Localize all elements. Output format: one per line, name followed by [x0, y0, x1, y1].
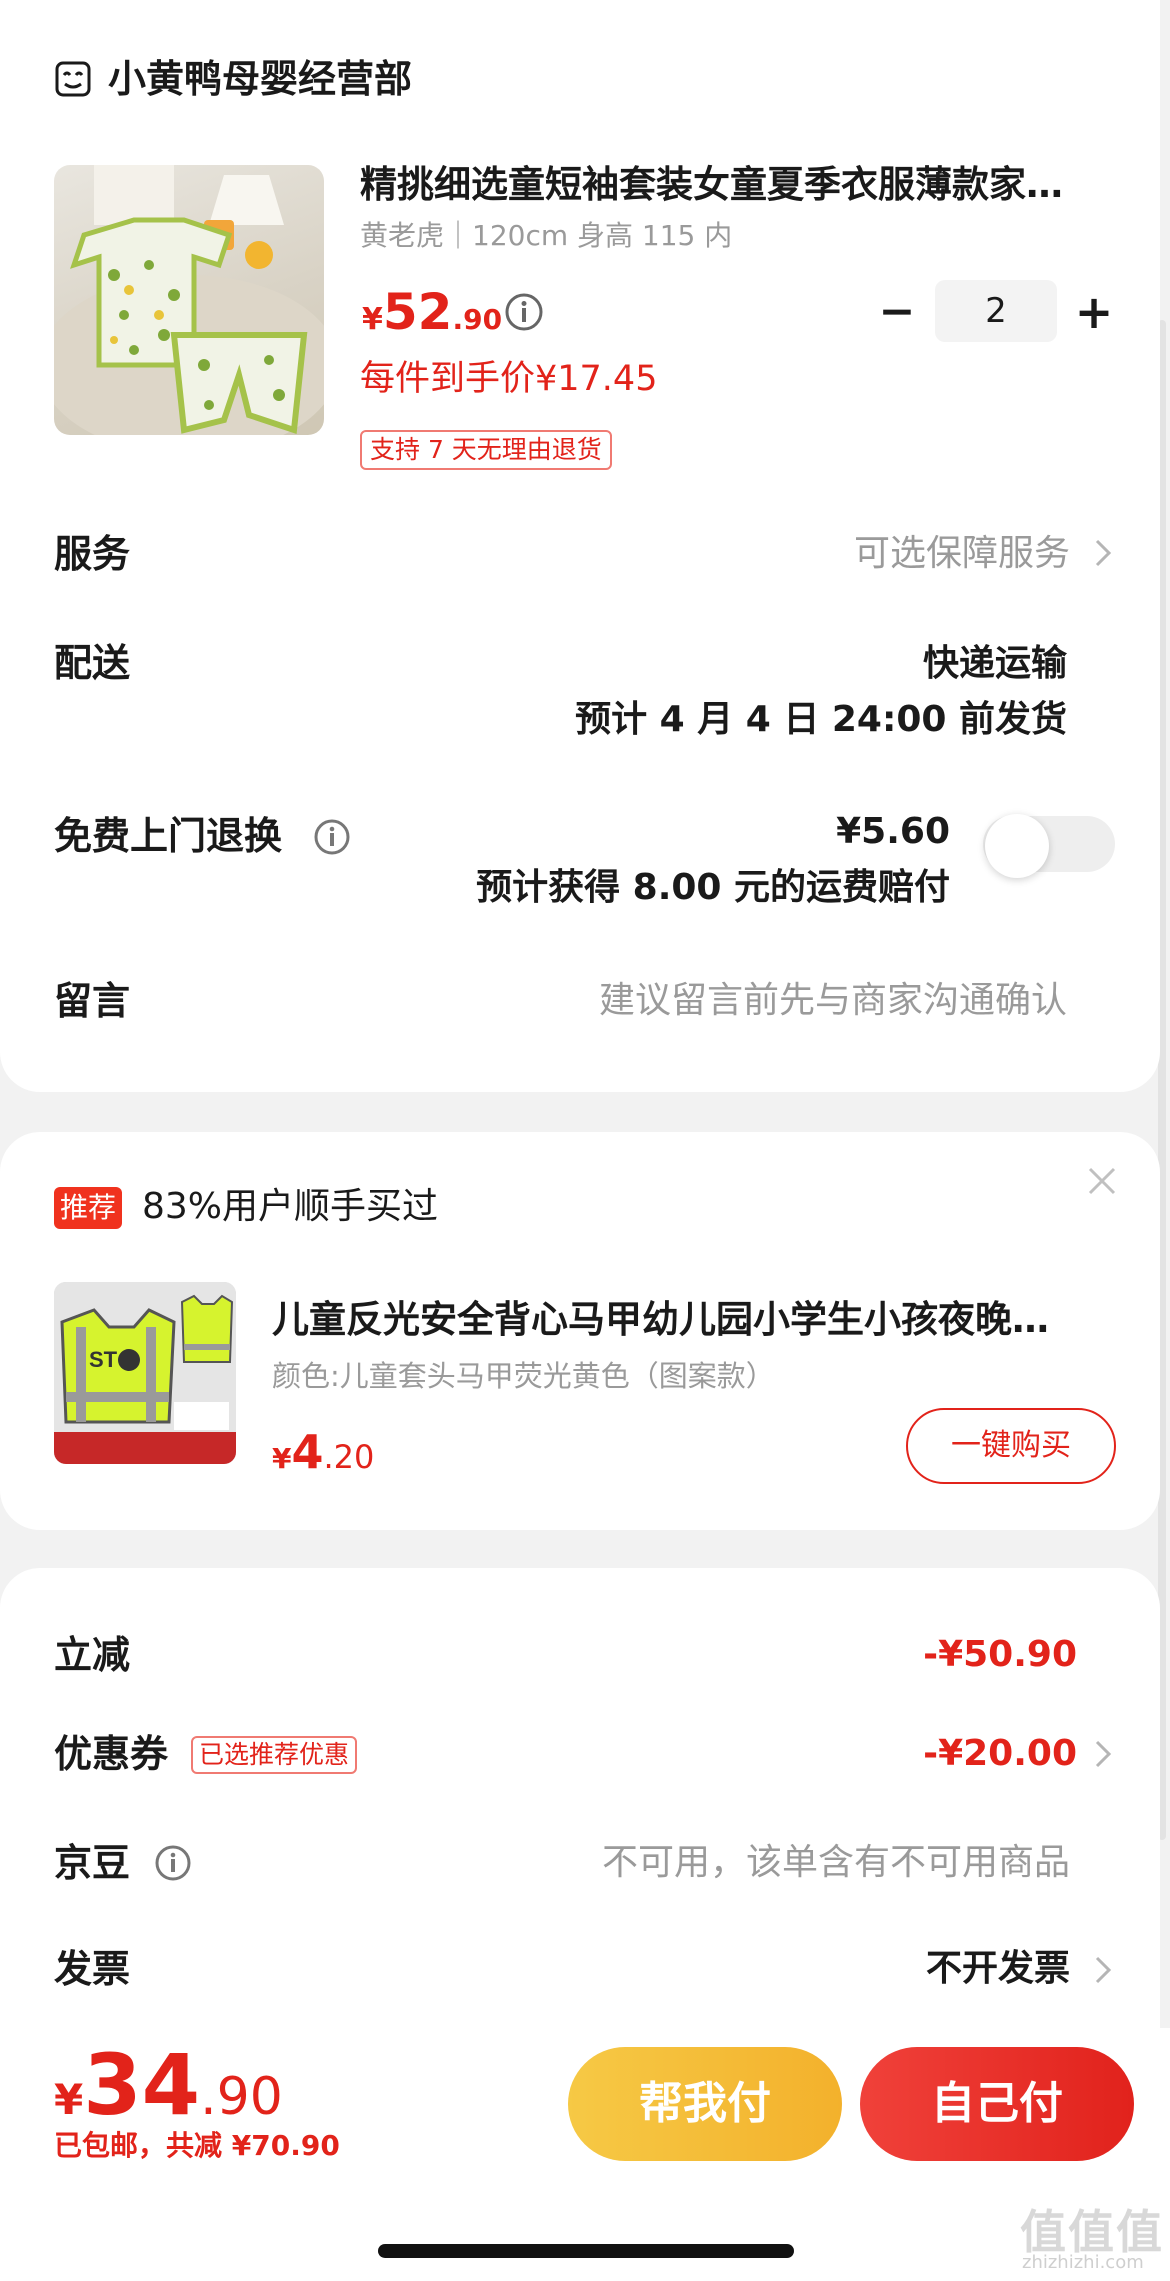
discount-value: -¥50.90: [923, 1634, 1077, 1675]
recommend-product-spec: 颜色:儿童套头马甲荧光黄色（图案款）: [272, 1359, 775, 1393]
delivery-eta: 预计 4 月 4 日 24:00 前发货: [575, 699, 1067, 740]
self-pay-button[interactable]: 自己付: [860, 2047, 1134, 2161]
delivery-method[interactable]: 快递运输: [923, 640, 1067, 688]
info-icon[interactable]: [313, 818, 351, 856]
product-title[interactable]: 精挑细选童短袖套装女童夏季衣服薄款家…: [360, 162, 1120, 208]
price-currency: ¥: [362, 302, 383, 337]
product-spec[interactable]: 黄老虎｜120cm 身高 115 内: [360, 218, 732, 254]
shop-name[interactable]: 小黄鸭母婴经营部: [108, 56, 412, 102]
invoice-value[interactable]: 不开发票: [926, 1945, 1070, 1993]
home-indicator[interactable]: [378, 2244, 794, 2258]
product-image[interactable]: [54, 165, 324, 435]
order-card: 小黄鸭母婴经营部 精挑细选童短袖套装女童夏季衣服薄款家… 黄老虎｜120cm 身…: [0, 0, 1160, 1092]
toggle-knob: [985, 814, 1049, 878]
free-return-label: 免费上门退换: [54, 814, 283, 858]
price-integer: 34: [83, 2036, 201, 2134]
price-currency: ¥: [272, 1442, 292, 1475]
service-value[interactable]: 可选保障服务: [854, 530, 1070, 578]
free-return-toggle[interactable]: [983, 814, 1115, 878]
info-icon[interactable]: [504, 292, 544, 332]
free-return-note: 预计获得 8.00 元的运费赔付: [476, 867, 950, 908]
coupon-label: 优惠券: [54, 1732, 169, 1776]
invoice-label: 发票: [54, 1947, 131, 1991]
svg-text:ST: ST: [89, 1347, 118, 1372]
info-icon[interactable]: [154, 1844, 192, 1882]
price-decimal: .20: [323, 1438, 375, 1476]
return-policy-tag: 支持 7 天无理由退货: [360, 430, 612, 470]
quantity-increase-button[interactable]: +: [1072, 282, 1116, 342]
close-icon[interactable]: [1085, 1164, 1119, 1198]
recommend-text: 83%用户顺手买过: [142, 1186, 439, 1227]
quantity-decrease-button[interactable]: −: [875, 282, 919, 342]
service-label: 服务: [54, 532, 131, 576]
coupon-value[interactable]: -¥20.00: [923, 1730, 1077, 1778]
product-image-illustration: [54, 165, 324, 435]
price-integer: 52: [382, 283, 453, 341]
price-integer: 4: [291, 1425, 324, 1479]
coupon-tag: 已选推荐优惠: [191, 1736, 358, 1774]
total-savings: 已包邮，共减 ¥70.90: [54, 2129, 340, 2162]
price-decimal: .90: [452, 303, 503, 336]
jingdou-label: 京豆: [54, 1841, 131, 1885]
recommend-image-illustration: ST: [54, 1282, 236, 1464]
message-label: 留言: [54, 979, 131, 1023]
recommend-product-image[interactable]: ST: [54, 1282, 236, 1464]
recommend-product-title[interactable]: 儿童反光安全背心马甲幼儿园小学生小孩夜晚…: [272, 1297, 1122, 1343]
recommend-product-price: ¥4.20: [272, 1424, 374, 1491]
quick-buy-button[interactable]: 一键购买: [906, 1408, 1116, 1484]
watermark-url: zhizhizhi.com: [1022, 2252, 1144, 2273]
discount-label: 立减: [54, 1633, 131, 1677]
help-pay-button[interactable]: 帮我付: [568, 2047, 842, 2161]
quantity-input[interactable]: 2: [935, 280, 1057, 342]
shop-icon: [55, 61, 91, 97]
chevron-right-icon[interactable]: [1094, 1739, 1112, 1769]
message-input[interactable]: 建议留言前先与商家沟通确认: [599, 977, 1067, 1025]
recommend-badge: 推荐: [54, 1187, 123, 1229]
chevron-right-icon[interactable]: [1094, 1955, 1112, 1985]
chevron-right-icon[interactable]: [1094, 538, 1112, 568]
free-return-price: ¥5.60: [836, 811, 950, 852]
delivery-label: 配送: [54, 641, 131, 685]
product-price: ¥52.90: [362, 282, 502, 354]
price-currency: ¥: [54, 2075, 84, 2124]
price-decimal: .90: [200, 2067, 283, 2127]
jingdou-value: 不可用，该单含有不可用商品: [601, 1842, 1070, 1883]
per-item-price: 每件到手价¥17.45: [360, 359, 658, 399]
